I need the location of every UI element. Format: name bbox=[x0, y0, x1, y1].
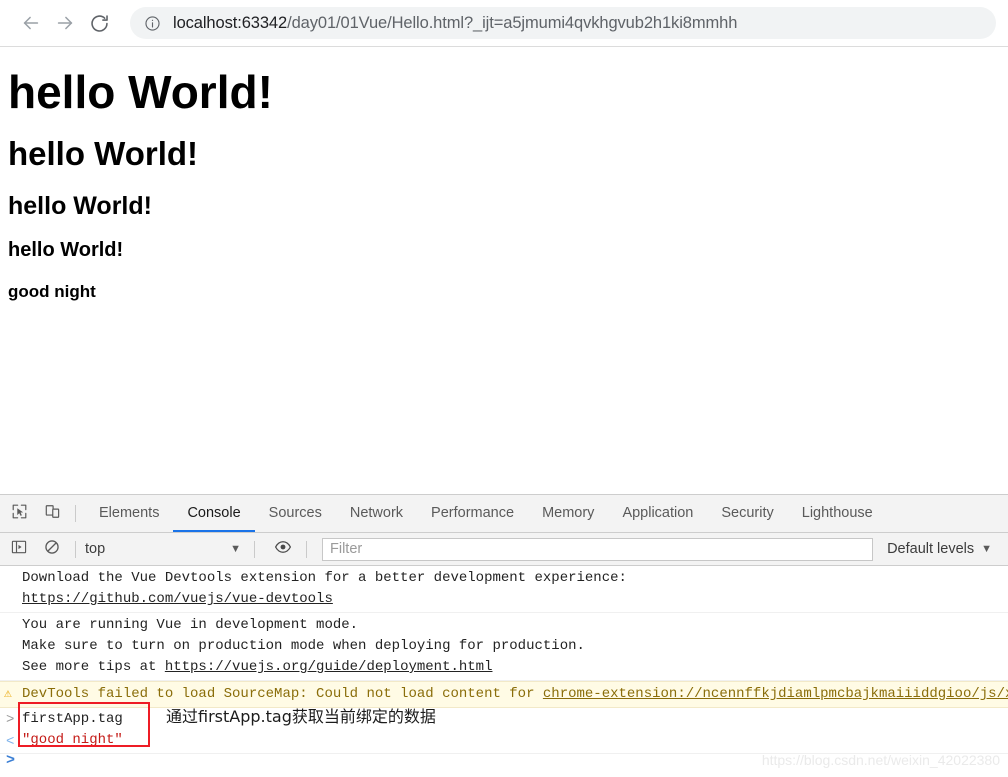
annotation-text: 通过firstApp.tag获取当前绑定的数据 bbox=[166, 707, 436, 726]
live-expression-button[interactable] bbox=[269, 535, 297, 563]
reload-button[interactable] bbox=[82, 6, 116, 40]
input-prompt-icon: > bbox=[6, 712, 15, 728]
url-host: localhost:63342 bbox=[173, 13, 288, 32]
tab-performance[interactable]: Performance bbox=[417, 495, 528, 532]
tab-security[interactable]: Security bbox=[707, 495, 787, 532]
inspect-element-icon bbox=[11, 503, 28, 525]
evaluation-result: "good night" bbox=[22, 732, 123, 748]
console-message-vue-devtools: Download the Vue Devtools extension for … bbox=[0, 566, 1008, 613]
info-circle-icon[interactable] bbox=[144, 15, 161, 32]
heading-level-4: hello World! bbox=[8, 239, 124, 262]
chevron-down-icon: ▼ bbox=[981, 543, 992, 555]
message-line: You are running Vue in development mode. bbox=[22, 617, 359, 633]
tab-network[interactable]: Network bbox=[336, 495, 417, 532]
device-toolbar-icon bbox=[44, 503, 61, 525]
message-line: Download the Vue Devtools extension for … bbox=[22, 570, 627, 586]
toggle-device-toolbar-button[interactable] bbox=[38, 500, 66, 528]
console-toolbar-divider-1 bbox=[75, 540, 76, 558]
filter-input[interactable] bbox=[322, 537, 874, 561]
page-viewport: hello World! hello World! hello World! h… bbox=[0, 47, 1008, 494]
console-output[interactable]: Download the Vue Devtools extension for … bbox=[0, 566, 1008, 777]
console-sidebar-icon bbox=[11, 539, 27, 560]
console-toolbar-divider-3 bbox=[306, 540, 307, 558]
message-line: Make sure to turn on production mode whe… bbox=[22, 638, 585, 654]
arrow-left-icon bbox=[20, 12, 42, 34]
tab-elements[interactable]: Elements bbox=[85, 495, 173, 532]
heading-level-3: hello World! bbox=[8, 191, 152, 220]
console-message-dev-mode: You are running Vue in development mode.… bbox=[0, 613, 1008, 681]
console-sidebar-button[interactable] bbox=[5, 535, 33, 563]
tab-sources[interactable]: Sources bbox=[255, 495, 336, 532]
arrow-right-icon bbox=[54, 12, 76, 34]
warning-text: DevTools failed to load SourceMap: Could… bbox=[22, 686, 543, 702]
address-bar[interactable]: localhost:63342/day01/01Vue/Hello.html?_… bbox=[130, 7, 996, 39]
heading-level-1: hello World! bbox=[8, 66, 273, 118]
devtools-panel: Elements Console Sources Network Perform… bbox=[0, 494, 1008, 777]
watermark: https://blog.csdn.net/weixin_42022380 bbox=[761, 752, 1000, 768]
url-text: localhost:63342/day01/01Vue/Hello.html?_… bbox=[173, 14, 737, 33]
tab-application[interactable]: Application bbox=[608, 495, 707, 532]
tab-lighthouse[interactable]: Lighthouse bbox=[788, 495, 887, 532]
forward-button[interactable] bbox=[48, 6, 82, 40]
console-evaluated-input: > firstApp.tag bbox=[0, 708, 1008, 730]
log-levels-selector[interactable]: Default levels ▼ bbox=[879, 541, 1008, 557]
evaluated-expression: firstApp.tag bbox=[22, 711, 123, 727]
log-levels-label: Default levels bbox=[887, 541, 975, 557]
message-line-prefix: See more tips at bbox=[22, 659, 165, 675]
reload-icon bbox=[89, 13, 110, 34]
inspect-element-button[interactable] bbox=[5, 500, 33, 528]
browser-toolbar: localhost:63342/day01/01Vue/Hello.html?_… bbox=[0, 0, 1008, 47]
url-path: /day01/01Vue/Hello.html?_ijt=a5jmumi4qvk… bbox=[287, 13, 738, 32]
chevron-down-icon: ▼ bbox=[230, 543, 241, 555]
heading-level-2: hello World! bbox=[8, 135, 199, 173]
console-message-sourcemap-warning: ⚠ DevTools failed to load SourceMap: Cou… bbox=[0, 681, 1008, 708]
toolbar-divider bbox=[75, 505, 76, 522]
console-prompt-chevron-icon: > bbox=[6, 752, 16, 769]
warning-triangle-icon: ⚠ bbox=[4, 686, 12, 701]
vue-devtools-link[interactable]: https://github.com/vuejs/vue-devtools bbox=[22, 589, 1008, 610]
clear-console-icon bbox=[44, 539, 60, 560]
message-line: See more tips at https://vuejs.org/guide… bbox=[22, 657, 1008, 678]
vue-deployment-link[interactable]: https://vuejs.org/guide/deployment.html bbox=[165, 659, 493, 675]
console-toolbar-divider-2 bbox=[254, 540, 255, 558]
execution-context-label: top bbox=[85, 541, 106, 557]
tab-memory[interactable]: Memory bbox=[528, 495, 608, 532]
back-button[interactable] bbox=[14, 6, 48, 40]
tab-console[interactable]: Console bbox=[173, 495, 255, 532]
devtools-tabbar: Elements Console Sources Network Perform… bbox=[0, 495, 1008, 533]
clear-console-button[interactable] bbox=[38, 535, 66, 563]
sourcemap-extension-link[interactable]: chrome-extension://ncennffkjdiamlpmcbajk… bbox=[543, 686, 1008, 702]
execution-context-selector[interactable]: top ▼ bbox=[85, 538, 245, 560]
heading-level-5: good night bbox=[8, 282, 96, 302]
live-expression-eye-icon bbox=[274, 538, 292, 561]
console-toolbar: top ▼ Default levels ▼ bbox=[0, 533, 1008, 566]
